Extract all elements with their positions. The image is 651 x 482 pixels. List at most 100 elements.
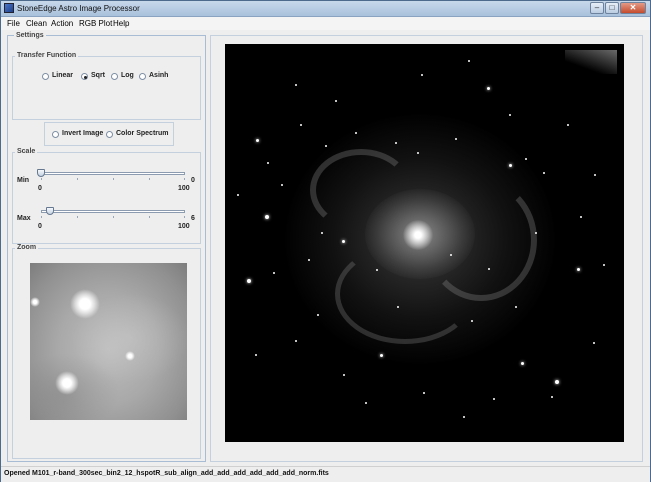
main-content: Settings Transfer Function Linear Sqrt L… bbox=[7, 32, 643, 464]
zoom-preview-image[interactable] bbox=[30, 263, 187, 420]
min-tick bbox=[149, 178, 150, 180]
min-tick bbox=[184, 178, 185, 180]
max-tick bbox=[149, 216, 150, 218]
min-range-start: 0 bbox=[38, 185, 42, 192]
field-star bbox=[380, 354, 383, 357]
asinh-label[interactable]: Asinh bbox=[149, 72, 168, 79]
field-star bbox=[468, 60, 470, 62]
field-star bbox=[543, 172, 545, 174]
field-star bbox=[455, 138, 457, 140]
status-bar: Opened M101_r-band_300sec_bin2_12_hspotR… bbox=[1, 466, 650, 482]
maximize-button[interactable]: □ bbox=[605, 2, 619, 14]
galaxy-image[interactable] bbox=[225, 44, 624, 442]
field-star bbox=[423, 392, 425, 394]
field-star bbox=[281, 184, 283, 186]
status-text: Opened M101_r-band_300sec_bin2_12_hspotR… bbox=[4, 470, 329, 477]
min-value: 0 bbox=[191, 177, 195, 184]
field-star bbox=[335, 100, 337, 102]
max-value: 6 bbox=[191, 215, 195, 222]
field-star bbox=[376, 269, 378, 271]
menu-help[interactable]: Help bbox=[113, 19, 129, 28]
max-slider-thumb[interactable] bbox=[45, 207, 54, 215]
menu-action[interactable]: Action bbox=[51, 19, 73, 28]
display-options-group: Invert Image Color Spectrum bbox=[44, 122, 174, 146]
field-star bbox=[295, 84, 297, 86]
field-star bbox=[265, 215, 269, 219]
field-star bbox=[487, 87, 490, 90]
field-star bbox=[317, 314, 319, 316]
field-star bbox=[521, 362, 524, 365]
min-label: Min bbox=[17, 177, 30, 184]
field-star bbox=[237, 194, 239, 196]
max-tick bbox=[41, 216, 42, 218]
field-star bbox=[267, 162, 269, 164]
field-star bbox=[342, 240, 345, 243]
linear-label[interactable]: Linear bbox=[52, 72, 73, 79]
max-tick bbox=[77, 216, 78, 218]
field-star bbox=[567, 124, 569, 126]
min-tick bbox=[113, 178, 114, 180]
field-star bbox=[325, 145, 327, 147]
zoom-star bbox=[70, 289, 100, 319]
min-tick bbox=[41, 178, 42, 180]
min-slider-track[interactable] bbox=[41, 172, 185, 175]
minimize-button[interactable]: – bbox=[590, 2, 604, 14]
field-star bbox=[395, 142, 397, 144]
min-range-end: 100 bbox=[178, 185, 190, 192]
field-star bbox=[594, 174, 596, 176]
transfer-function-title: Transfer Function bbox=[15, 52, 79, 59]
sqrt-label[interactable]: Sqrt bbox=[91, 72, 105, 79]
menu-file[interactable]: File bbox=[7, 19, 20, 28]
field-star bbox=[488, 268, 490, 270]
field-star bbox=[525, 158, 527, 160]
max-range-end: 100 bbox=[178, 223, 190, 230]
field-star bbox=[255, 354, 257, 356]
color-spectrum-checkbox[interactable] bbox=[106, 131, 113, 138]
field-star bbox=[421, 74, 423, 76]
menu-rgb-plot[interactable]: RGB Plot bbox=[79, 19, 112, 28]
invert-image-label[interactable]: Invert Image bbox=[62, 130, 103, 137]
max-slider-track[interactable] bbox=[41, 210, 185, 213]
invert-image-checkbox[interactable] bbox=[52, 131, 59, 138]
min-slider-thumb[interactable] bbox=[37, 169, 45, 177]
field-star bbox=[365, 402, 367, 404]
zoom-star bbox=[30, 297, 40, 307]
linear-radio[interactable] bbox=[42, 73, 49, 80]
field-star bbox=[321, 232, 323, 234]
scale-title: Scale bbox=[15, 148, 38, 155]
scale-group: Scale Min 0 0 100 Max 6 0 100 bbox=[12, 148, 201, 244]
spiral-arm bbox=[310, 149, 412, 231]
field-star bbox=[295, 340, 297, 342]
field-star bbox=[555, 380, 559, 384]
field-star bbox=[593, 342, 595, 344]
close-button[interactable]: ✕ bbox=[620, 2, 646, 14]
settings-panel: Settings Transfer Function Linear Sqrt L… bbox=[7, 32, 206, 462]
zoom-title: Zoom bbox=[15, 244, 39, 251]
asinh-radio[interactable] bbox=[139, 73, 146, 80]
log-label[interactable]: Log bbox=[121, 72, 134, 79]
field-star bbox=[273, 272, 275, 274]
corner-artifact bbox=[565, 50, 617, 74]
max-tick bbox=[184, 216, 185, 218]
log-radio[interactable] bbox=[111, 73, 118, 80]
menu-clean[interactable]: Clean bbox=[26, 19, 47, 28]
field-star bbox=[300, 124, 302, 126]
sqrt-radio[interactable] bbox=[81, 73, 88, 80]
field-star bbox=[343, 374, 345, 376]
field-star bbox=[515, 306, 517, 308]
field-star bbox=[256, 139, 259, 142]
color-spectrum-label[interactable]: Color Spectrum bbox=[116, 130, 169, 137]
field-star bbox=[355, 132, 357, 134]
field-star bbox=[308, 259, 310, 261]
field-star bbox=[577, 268, 580, 271]
field-star bbox=[471, 320, 473, 322]
field-star bbox=[509, 114, 511, 116]
field-star bbox=[551, 396, 553, 398]
transfer-function-group: Transfer Function Linear Sqrt Log Asinh bbox=[12, 52, 201, 120]
field-star bbox=[509, 164, 512, 167]
field-star bbox=[580, 216, 582, 218]
min-tick bbox=[77, 178, 78, 180]
menu-bar: File Clean Action RGB Plot Help bbox=[1, 17, 650, 30]
title-bar[interactable]: StoneEdge Astro Image Processor – □ ✕ bbox=[1, 1, 650, 17]
field-star bbox=[417, 152, 419, 154]
